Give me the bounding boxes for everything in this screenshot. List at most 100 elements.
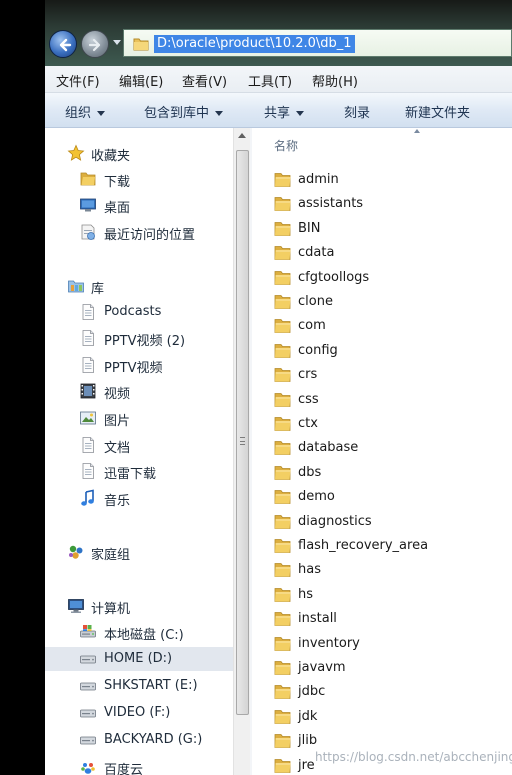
folder-icon [274, 758, 291, 773]
file-row[interactable]: com [274, 314, 504, 338]
share-button[interactable]: 共享 [264, 102, 305, 121]
navigation-pane: 收藏夹下载桌面最近访问的位置库 Podcasts PPTV视频 (2) PPTV视频视… [45, 128, 250, 775]
menu-bar: 文件(F) 编辑(E) 查看(V) 工具(T) 帮助(H) [45, 66, 512, 93]
recent-places-icon [79, 223, 97, 241]
nav-drive-g[interactable]: BACKYARD (G:) [45, 728, 233, 752]
recent-pages-dropdown[interactable] [113, 40, 121, 45]
file-row[interactable]: flash_recovery_area [274, 534, 504, 558]
file-row[interactable]: config [274, 339, 504, 363]
folder-icon [274, 173, 291, 187]
folder-icon [274, 636, 291, 651]
nav-thunder-downloads[interactable]: 迅雷下载 [45, 459, 233, 483]
file-name: install [298, 611, 337, 627]
nav-homegroup[interactable]: 家庭组 [45, 540, 233, 564]
scroll-up-arrow[interactable] [238, 133, 246, 138]
file-row[interactable]: jdbc [274, 680, 504, 704]
nav-downloads[interactable]: 下载 [45, 167, 233, 191]
file-row[interactable]: install [274, 607, 504, 631]
file-row[interactable]: crs [274, 363, 504, 387]
file-row[interactable]: assistants [274, 192, 504, 216]
folder-icon [274, 612, 291, 627]
nav-item-label: 本地磁盘 (C:) [104, 628, 184, 643]
nav-pictures[interactable]: 图片 [45, 406, 233, 430]
address-field[interactable]: D:\oracle\product\10.2.0\db_1 [123, 29, 512, 57]
scrollbar-thumb[interactable] [236, 150, 249, 715]
nav-favorites[interactable]: 收藏夹 [45, 141, 233, 165]
nav-item-label: VIDEO (F:) [104, 705, 171, 720]
folder-icon [274, 685, 291, 700]
nav-item-label: 收藏夹 [91, 149, 131, 164]
file-row[interactable]: hs [274, 583, 504, 607]
include-in-library-button[interactable]: 包含到库中 [144, 102, 224, 121]
file-row[interactable]: css [274, 388, 504, 412]
nav-drive-c[interactable]: 本地磁盘 (C:) [45, 620, 233, 644]
document-icon [79, 436, 97, 454]
new-folder-button[interactable]: 新建文件夹 [405, 102, 470, 121]
include-in-library-button-label: 包含到库中 [144, 106, 210, 121]
drive-icon [79, 704, 97, 722]
file-row[interactable]: database [274, 436, 504, 460]
forward-button[interactable] [81, 30, 109, 58]
nav-item-label: BACKYARD (G:) [104, 732, 203, 747]
folder-icon [274, 661, 291, 675]
share-button-label: 共享 [264, 106, 291, 121]
column-header-name[interactable]: 名称 [274, 137, 298, 154]
nav-item-label: 百度云 [104, 763, 144, 775]
nav-computer[interactable]: 计算机 [45, 594, 233, 618]
drive-icon [79, 650, 97, 668]
menu-edit[interactable]: 编辑(E) [119, 71, 163, 90]
file-name: demo [298, 489, 335, 505]
nav-documents[interactable]: 文档 [45, 433, 233, 457]
file-row[interactable]: jdk [274, 705, 504, 729]
nav-recent-places[interactable]: 最近访问的位置 [45, 220, 233, 244]
nav-item-label: 图片 [104, 414, 131, 429]
computer-icon [67, 597, 85, 615]
nav-podcasts[interactable]: Podcasts [45, 300, 233, 324]
nav-drive-f[interactable]: VIDEO (F:) [45, 701, 233, 725]
nav-item-label: 家庭组 [91, 548, 131, 563]
file-row[interactable]: ctx [274, 412, 504, 436]
nav-pptv[interactable]: PPTV视频 [45, 353, 233, 377]
file-row[interactable]: diagnostics [274, 510, 504, 534]
file-row[interactable]: dbs [274, 461, 504, 485]
homegroup-icon [67, 543, 85, 561]
file-row[interactable]: BIN [274, 217, 504, 241]
nav-videos[interactable]: 视频 [45, 379, 233, 403]
menu-help[interactable]: 帮助(H) [312, 71, 358, 90]
system-drive-icon [79, 623, 97, 641]
folder-icon [274, 587, 291, 602]
star-icon [67, 144, 85, 162]
nav-libraries[interactable]: 库 [45, 274, 233, 298]
nav-drive-d[interactable]: HOME (D:) [45, 647, 233, 671]
file-row[interactable]: cfgtoollogs [274, 266, 504, 290]
file-name: BIN [298, 220, 321, 236]
file-row[interactable]: admin [274, 168, 504, 192]
file-row[interactable]: javavm [274, 656, 504, 680]
nav-music[interactable]: 音乐 [45, 486, 233, 510]
file-name: ctx [298, 416, 318, 431]
nav-desktop[interactable]: 桌面 [45, 193, 233, 217]
menu-view[interactable]: 查看(V) [182, 71, 227, 90]
nav-item-label: 下载 [104, 175, 131, 190]
organize-button[interactable]: 组织 [65, 102, 106, 121]
file-row[interactable]: inventory [274, 632, 504, 656]
burn-button[interactable]: 刻录 [344, 102, 370, 121]
back-button[interactable] [49, 30, 77, 58]
folder-icon [274, 490, 291, 505]
menu-file[interactable]: 文件(F) [56, 71, 100, 90]
nav-pptv-2[interactable]: PPTV视频 (2) [45, 326, 233, 350]
nav-baidu-cloud[interactable]: 百度云 [45, 755, 233, 775]
nav-item-label: SHKSTART (E:) [104, 678, 198, 693]
nav-drive-e[interactable]: SHKSTART (E:) [45, 674, 233, 698]
file-row[interactable]: cdata [274, 241, 504, 265]
new-folder-button-label: 新建文件夹 [405, 106, 471, 121]
file-row[interactable]: has [274, 558, 504, 582]
file-name: jre [298, 757, 315, 773]
nav-pane-scrollbar[interactable] [233, 128, 250, 775]
file-row[interactable]: clone [274, 290, 504, 314]
file-name: css [298, 391, 319, 407]
file-row[interactable]: demo [274, 485, 504, 509]
nav-item-label: 音乐 [104, 494, 131, 509]
menu-tools[interactable]: 工具(T) [248, 71, 292, 90]
address-path[interactable]: D:\oracle\product\10.2.0\db_1 [154, 35, 355, 53]
